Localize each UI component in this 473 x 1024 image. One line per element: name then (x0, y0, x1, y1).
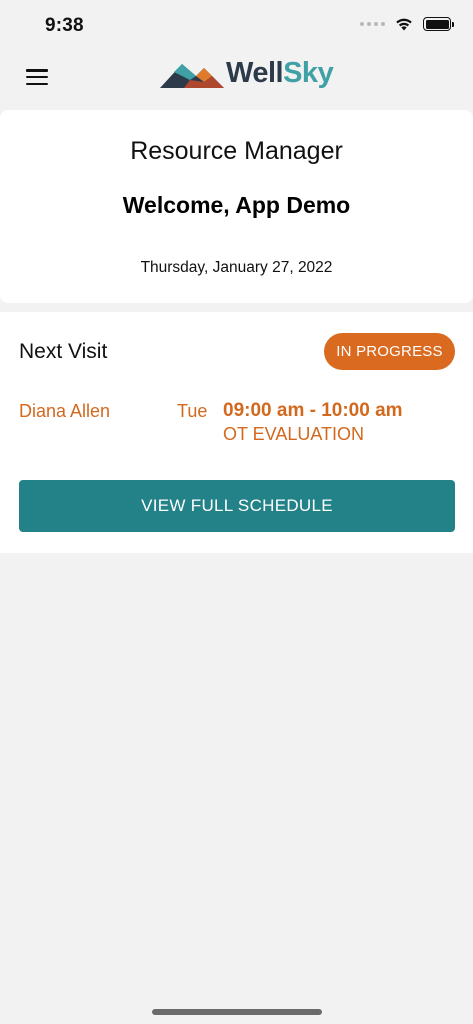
battery-icon (423, 17, 454, 31)
signal-icon (360, 22, 385, 26)
welcome-card: Resource Manager Welcome, App Demo Thurs… (0, 110, 473, 303)
visit-type: OT EVALUATION (223, 424, 365, 444)
status-time: 9:38 (45, 15, 84, 36)
visit-time: 09:00 am - 10:00 am (223, 400, 403, 421)
status-badge: IN PROGRESS (324, 333, 455, 370)
mountain-logo-icon (160, 63, 224, 88)
view-full-schedule-button[interactable]: VIEW FULL SCHEDULE (19, 480, 455, 532)
status-bar: 9:38 (0, 0, 473, 50)
logo-text: WellSky (226, 57, 334, 89)
next-visit-card: Next Visit IN PROGRESS Diana Allen Tue 0… (0, 312, 473, 553)
hamburger-menu-icon[interactable] (24, 66, 50, 88)
page-title: Resource Manager (130, 137, 343, 165)
visit-day: Tue (177, 401, 208, 421)
status-icons (360, 17, 454, 31)
welcome-greeting: Welcome, App Demo (122, 192, 351, 218)
next-visit-heading: Next Visit (19, 340, 108, 363)
nav-bar: WellSky (0, 50, 473, 108)
wellsky-logo: WellSky (160, 57, 334, 90)
home-indicator[interactable] (152, 1009, 322, 1015)
current-date: Thursday, January 27, 2022 (140, 259, 333, 276)
wifi-icon (396, 18, 412, 31)
client-name[interactable]: Diana Allen (19, 401, 110, 422)
